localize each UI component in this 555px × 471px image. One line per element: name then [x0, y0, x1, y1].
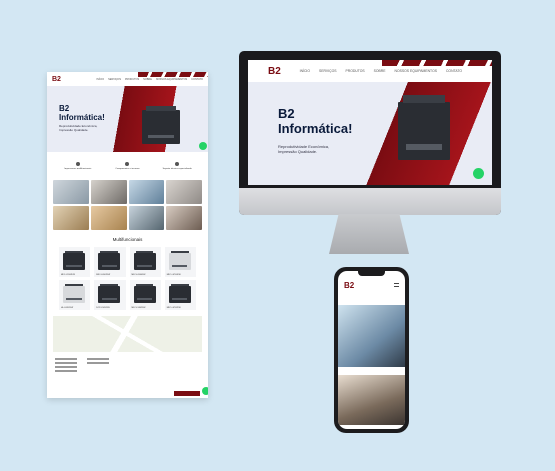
page-navbar: B2 INÍCIO SERVIÇOS PRODUTOS SOBRE NOSSOS…	[47, 72, 208, 86]
printer-image	[142, 105, 180, 144]
desktop-navbar: B2 INÍCIO SERVIÇOS PRODUTOS SOBRE NOSSOS…	[248, 60, 492, 82]
nav-link[interactable]: SOBRE	[143, 78, 152, 81]
hero-subtitle: Reprodutividade Econômica, Impressão Qual…	[59, 124, 98, 132]
nav-link[interactable]: INÍCIO	[96, 78, 104, 81]
gallery-photo	[90, 206, 127, 230]
navbar-decor-stripes	[382, 60, 492, 66]
whatsapp-icon[interactable]	[202, 387, 208, 395]
gallery-photo	[128, 206, 165, 230]
product-card[interactable]: HL-L6202DW	[59, 280, 91, 310]
feature-item: Suporte técnico especializado	[159, 162, 195, 170]
gallery-photo	[166, 180, 202, 204]
printer-image	[398, 95, 450, 160]
nav-link[interactable]: CONTATO	[191, 78, 203, 81]
feature-item: Componentes e insumos	[109, 162, 145, 170]
nav-link[interactable]: PRODUTOS	[125, 78, 139, 81]
hero-banner: B2 Informática! Reprodutividade Econômica…	[47, 86, 208, 152]
location-map[interactable]	[53, 316, 202, 352]
gallery-photo	[53, 180, 89, 204]
phone-screen: B2	[338, 271, 405, 429]
page-footer	[47, 352, 208, 378]
product-card[interactable]: MFC-L5802DW	[129, 280, 161, 310]
nav-link[interactable]: NOSSOS EQUIPAMENTOS	[395, 69, 437, 73]
brand-logo[interactable]: B2	[344, 281, 354, 290]
gallery-photo	[128, 180, 165, 204]
brand-logo[interactable]: B2	[268, 66, 281, 77]
monitor-chin	[239, 188, 501, 215]
desktop-screen: B2 INÍCIO SERVIÇOS PRODUTOS SOBRE NOSSOS…	[248, 60, 492, 185]
product-card[interactable]: MFC-L6700DW	[164, 247, 196, 277]
nav-links: INÍCIO SERVIÇOS PRODUTOS SOBRE NOSSOS EQ…	[96, 78, 203, 81]
product-card[interactable]: MFC-L6902DW	[94, 247, 126, 277]
hamburger-menu-icon[interactable]	[394, 283, 399, 287]
product-card[interactable]: DCP-L5652DN	[94, 280, 126, 310]
footer-contact-button[interactable]	[174, 391, 200, 396]
nav-link[interactable]: SERVIÇOS	[319, 69, 336, 73]
photo-gallery	[47, 180, 208, 230]
product-card[interactable]: MFC-L6900DW	[129, 247, 161, 277]
desktop-monitor-mockup: B2 INÍCIO SERVIÇOS PRODUTOS SOBRE NOSSOS…	[239, 51, 501, 215]
nav-link[interactable]: NOSSOS EQUIPAMENTOS	[156, 78, 187, 81]
product-card[interactable]: MFC-L6702DW	[164, 280, 196, 310]
brand-logo[interactable]: B2	[52, 76, 61, 83]
website-full-page-mockup: B2 INÍCIO SERVIÇOS PRODUTOS SOBRE NOSSOS…	[47, 72, 208, 398]
nav-link[interactable]: CONTATO	[446, 69, 462, 73]
laptop-photo	[338, 375, 405, 425]
hero-title: B2 Informática!	[59, 104, 105, 122]
gallery-photo	[166, 206, 202, 230]
feature-item: Impressoras multifuncionais	[60, 162, 96, 170]
monitor-stand	[329, 214, 409, 254]
product-grid: MFC-L5902DW MFC-L6902DW MFC-L6900DW MFC-…	[47, 247, 208, 310]
nav-links: INÍCIO SERVIÇOS PRODUTOS SOBRE NOSSOS EQ…	[300, 69, 462, 73]
hero-banner: B2 Informática! Reprodutividade Econômica…	[248, 82, 492, 185]
hero-photo	[338, 305, 405, 367]
navbar-decor-stripes	[138, 72, 208, 77]
nav-link[interactable]: SERVIÇOS	[108, 78, 121, 81]
products-section-title: Multifuncionais	[112, 237, 143, 242]
phone-mockup: B2	[334, 267, 409, 433]
phone-notch	[358, 271, 385, 276]
features-row: Impressoras multifuncionais Componentes …	[47, 152, 208, 180]
hero-title: B2 Informática!	[278, 106, 353, 136]
gallery-photo	[53, 206, 89, 230]
product-card[interactable]: MFC-L5902DW	[59, 247, 91, 277]
nav-link[interactable]: SOBRE	[374, 69, 386, 73]
nav-link[interactable]: PRODUTOS	[345, 69, 364, 73]
hero-subtitle: Reprodutividade Econômica, Impressão Qual…	[278, 144, 330, 154]
gallery-photo	[90, 180, 127, 204]
whatsapp-icon[interactable]	[473, 168, 484, 179]
whatsapp-icon[interactable]	[199, 142, 207, 150]
nav-link[interactable]: INÍCIO	[300, 69, 310, 73]
